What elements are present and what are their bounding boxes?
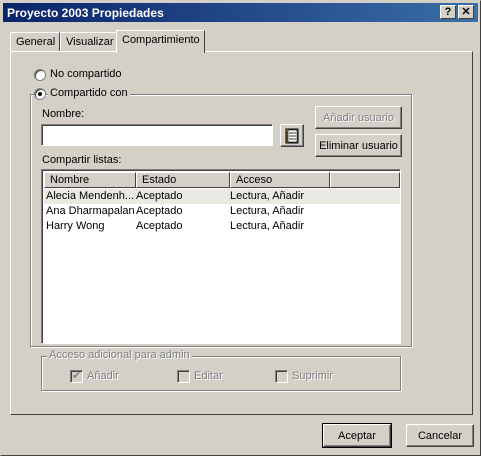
table-row[interactable]: Alecia Mendenh... Aceptado Lectura, Añad… bbox=[44, 189, 400, 204]
tab-compartimiento[interactable]: Compartimiento bbox=[116, 30, 205, 53]
title-bar[interactable]: Proyecto 2003 Propiedades ? ✕ bbox=[3, 3, 478, 22]
edit-permission-label: Editar bbox=[194, 370, 223, 382]
cell-status: Aceptado bbox=[136, 190, 183, 202]
not-shared-radio[interactable] bbox=[34, 69, 46, 81]
tab-compartimiento-label: Compartimiento bbox=[122, 34, 200, 46]
cell-name: Alecia Mendenh... bbox=[46, 190, 134, 202]
table-row[interactable]: Harry Wong Aceptado Lectura, Añadir bbox=[44, 219, 400, 234]
tab-general[interactable]: General bbox=[10, 32, 60, 51]
table-row[interactable]: Ana Dharmapalan Aceptado Lectura, Añadir bbox=[44, 204, 400, 219]
add-user-button[interactable]: Añadir usuario bbox=[315, 106, 402, 129]
add-permission-label: Añadir bbox=[87, 370, 119, 382]
cell-status: Aceptado bbox=[136, 220, 183, 232]
cell-status: Aceptado bbox=[136, 205, 183, 217]
window-title: Proyecto 2003 Propiedades bbox=[7, 6, 164, 20]
edit-permission-checkbox[interactable] bbox=[177, 370, 190, 383]
column-header-status[interactable]: Estado bbox=[136, 172, 230, 188]
name-input[interactable] bbox=[41, 124, 273, 146]
close-button[interactable]: ✕ bbox=[458, 5, 474, 19]
address-book-button[interactable] bbox=[280, 124, 304, 147]
cell-name: Ana Dharmapalan bbox=[46, 205, 134, 217]
ok-label: Aceptar bbox=[338, 429, 376, 442]
admin-access-label: Acceso adicional para admin bbox=[47, 349, 192, 361]
tab-visualizar-label: Visualizar bbox=[66, 36, 114, 48]
remove-user-button[interactable]: Eliminar usuario bbox=[315, 134, 402, 157]
not-shared-label: No compartido bbox=[50, 68, 122, 80]
add-permission-checkbox[interactable]: ✔ bbox=[70, 370, 83, 383]
cell-access: Lectura, Añadir bbox=[230, 220, 304, 232]
column-header-empty[interactable] bbox=[330, 172, 400, 188]
properties-dialog: Proyecto 2003 Propiedades ? ✕ General Vi… bbox=[0, 0, 481, 456]
delete-permission-checkbox[interactable] bbox=[275, 370, 288, 383]
add-user-label: Añadir usuario bbox=[323, 111, 394, 124]
name-field-label: Nombre: bbox=[42, 108, 85, 120]
shared-lists-table[interactable]: Nombre Estado Acceso Alecia Mendenh... A… bbox=[41, 169, 401, 344]
tab-visualizar[interactable]: Visualizar bbox=[60, 32, 117, 51]
cancel-label: Cancelar bbox=[417, 429, 463, 442]
remove-user-label: Eliminar usuario bbox=[319, 139, 398, 152]
ok-button[interactable]: Aceptar bbox=[322, 423, 392, 448]
shared-with-radio[interactable] bbox=[34, 88, 46, 100]
help-button[interactable]: ? bbox=[440, 5, 456, 19]
delete-permission-label: Suprimir bbox=[292, 370, 333, 382]
column-header-name[interactable]: Nombre bbox=[44, 172, 136, 188]
column-header-access[interactable]: Acceso bbox=[230, 172, 330, 188]
tab-general-label: General bbox=[16, 36, 56, 48]
cell-access: Lectura, Añadir bbox=[230, 190, 304, 202]
cell-access: Lectura, Añadir bbox=[230, 205, 304, 217]
cell-name: Harry Wong bbox=[46, 220, 105, 232]
shared-lists-label: Compartir listas: bbox=[42, 154, 122, 166]
shared-with-label: Compartido con bbox=[48, 87, 130, 99]
cancel-button[interactable]: Cancelar bbox=[406, 424, 474, 447]
address-book-icon bbox=[285, 128, 299, 144]
